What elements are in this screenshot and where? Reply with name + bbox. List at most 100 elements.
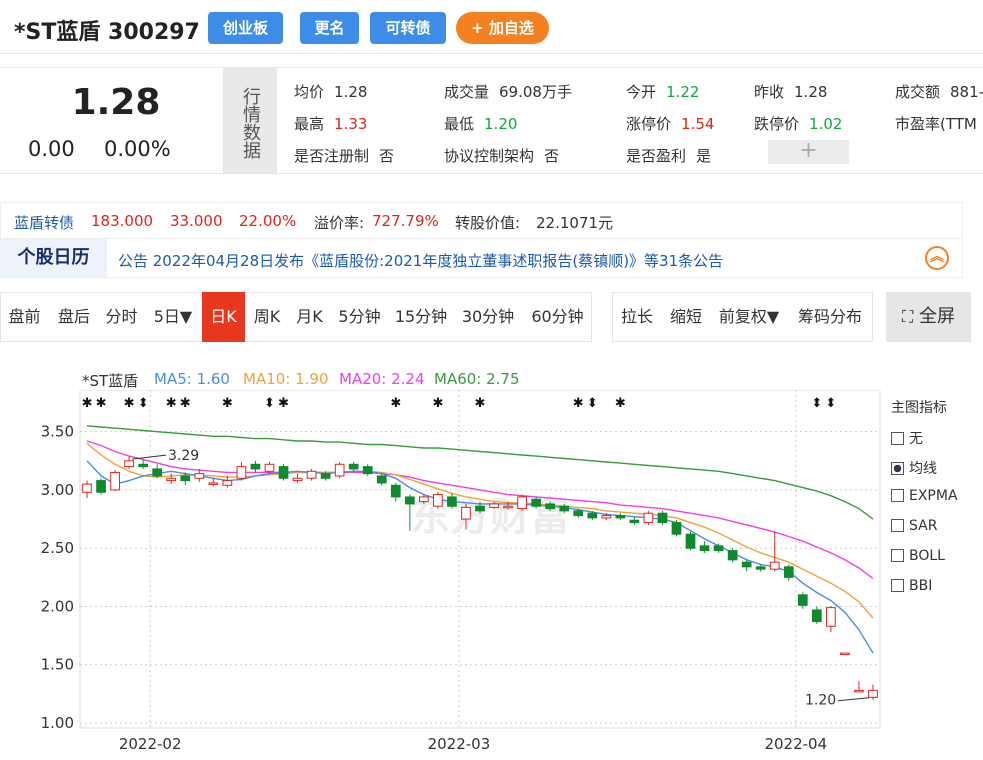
indicator-label: 无 xyxy=(909,431,923,447)
candle-body xyxy=(531,498,541,507)
indicator-option[interactable]: BOLL xyxy=(891,548,945,564)
tab-8[interactable]: 15分钟 xyxy=(389,292,453,342)
tab-7[interactable]: 5分钟 xyxy=(330,292,389,342)
tab-0[interactable]: 盘前 xyxy=(0,292,49,342)
checkbox-icon[interactable] xyxy=(891,432,904,445)
quote-field-label: 成交额 xyxy=(895,83,941,101)
checkbox-icon[interactable] xyxy=(891,489,904,502)
quote-field: 涨停价 1.54 xyxy=(626,113,714,134)
indicator-option[interactable]: 无 xyxy=(891,428,923,448)
indicator-option[interactable]: BBI xyxy=(891,578,932,594)
y-tick-label: 3.50 xyxy=(41,423,74,441)
candle-body xyxy=(517,496,527,510)
convertible-bond-button[interactable]: 可转债 xyxy=(370,12,446,44)
x-tick-label: 2022-03 xyxy=(428,735,491,753)
y-tick-label: 3.00 xyxy=(41,481,74,499)
candle-body xyxy=(419,496,429,503)
event-marker: ✱ xyxy=(278,396,289,411)
quote-field-label: 昨收 xyxy=(754,83,785,101)
event-marker: ✱ xyxy=(82,396,93,411)
candle-body xyxy=(769,561,780,570)
premium-label: 溢价率: xyxy=(314,214,365,232)
quote-field-value: 是 xyxy=(696,147,712,165)
chevron-up-icon[interactable]: ︽ xyxy=(925,246,949,270)
candle-body xyxy=(629,519,640,524)
event-marker: ✱ xyxy=(222,396,233,411)
event-marker: ⬍ xyxy=(264,396,275,411)
quote-field-label: 成交量 xyxy=(444,83,490,101)
chart-tool-2[interactable]: 前复权▼ xyxy=(710,292,788,342)
checkbox-icon[interactable] xyxy=(891,549,904,562)
bond-price: 183.000 xyxy=(91,212,154,230)
candle-body xyxy=(615,515,626,519)
bond-name[interactable]: 蓝盾转债 xyxy=(14,212,74,233)
chart-tool-1[interactable]: 缩短 xyxy=(662,292,710,342)
tab-2[interactable]: 分时 xyxy=(99,292,144,342)
x-tick-label: 2022-02 xyxy=(119,735,182,753)
tab-5[interactable]: 周K xyxy=(245,292,289,342)
checkbox-icon[interactable] xyxy=(891,519,904,532)
legend-ma5: MA5: 1.60 xyxy=(154,370,230,388)
gem-board-button[interactable]: 创业板 xyxy=(208,12,283,44)
add-watchlist-button[interactable]: + 加自选 xyxy=(456,12,549,44)
y-tick-label: 1.50 xyxy=(41,656,74,674)
tab-9[interactable]: 30分钟 xyxy=(453,292,523,342)
candle-body xyxy=(362,466,373,475)
candle-body xyxy=(152,468,163,477)
current-price: 1.28 xyxy=(71,82,161,123)
candle-body xyxy=(334,463,345,477)
plot-area xyxy=(79,390,881,729)
quote-field-label: 跌停价 xyxy=(754,115,800,133)
quote-field-label: 最高 xyxy=(294,115,325,133)
legend-ma10: MA10: 1.90 xyxy=(243,370,329,388)
quote-field-label: 是否注册制 xyxy=(294,147,370,165)
chart-tool-3[interactable]: 筹码分布 xyxy=(788,292,872,342)
quote-field: 均价 1.28 xyxy=(294,81,367,102)
quote-field-value: 否 xyxy=(379,147,395,165)
expand-fields-button[interactable]: + xyxy=(768,140,849,164)
quote-field-value: 否 xyxy=(544,147,560,165)
event-marker: ⬍ xyxy=(811,396,822,411)
candle-body xyxy=(292,477,303,482)
checkbox-icon[interactable] xyxy=(891,462,904,475)
chart-tool-0[interactable]: 拉长 xyxy=(612,292,662,342)
candle-body xyxy=(348,463,359,470)
candle-body xyxy=(854,689,864,693)
indicator-label: SAR xyxy=(909,518,938,534)
candle-body xyxy=(868,689,878,698)
event-marker: ✱ xyxy=(615,396,626,411)
event-marker: ✱ xyxy=(96,396,107,411)
event-marker: ✱ xyxy=(573,396,584,411)
tab-3[interactable]: 5日▼ xyxy=(144,292,202,342)
announcement-link[interactable]: 公告 2022年04月28日发布《蓝盾股份:2021年度独立董事述职报告(蔡镇顺… xyxy=(118,250,723,271)
tab-1[interactable]: 盘后 xyxy=(49,292,99,342)
candle-body xyxy=(783,566,794,578)
candle-body xyxy=(433,494,443,507)
checkbox-icon[interactable] xyxy=(891,579,904,592)
tab-10[interactable]: 60分钟 xyxy=(523,292,592,342)
candle-body xyxy=(475,505,485,512)
indicator-option[interactable]: SAR xyxy=(891,518,937,534)
quote-field-label: 协议控制架构 xyxy=(444,147,535,165)
candle-body xyxy=(250,463,261,470)
event-marker: ⬍ xyxy=(587,396,598,411)
candle-body xyxy=(461,506,471,520)
tab-6[interactable]: 月K xyxy=(289,292,330,342)
indicator-option[interactable]: 均线 xyxy=(891,458,937,478)
quote-field: 昨收 1.28 xyxy=(754,81,827,102)
tab-4[interactable]: 日K xyxy=(202,292,245,342)
quote-field-label: 今开 xyxy=(626,83,657,101)
indicator-option[interactable]: EXPMA xyxy=(891,488,958,504)
stock-calendar-title: 个股日历 xyxy=(0,239,107,277)
rename-button[interactable]: 更名 xyxy=(300,12,359,44)
candle-body xyxy=(166,477,177,482)
candle-body xyxy=(390,484,401,498)
candle-body xyxy=(208,482,219,485)
indicator-title: 主图指标 xyxy=(891,400,947,416)
quote-field-value: 1.28 xyxy=(794,83,828,101)
candle-body xyxy=(699,545,710,552)
fullscreen-button[interactable]: ⛶ 全屏 xyxy=(886,292,971,342)
candle-body xyxy=(840,652,850,656)
kline-chart[interactable]: 3.50 3.00 2.50 2.00 1.50 1.00 2022-02 2022-03 20… xyxy=(0,390,983,760)
candle-body xyxy=(447,496,457,507)
